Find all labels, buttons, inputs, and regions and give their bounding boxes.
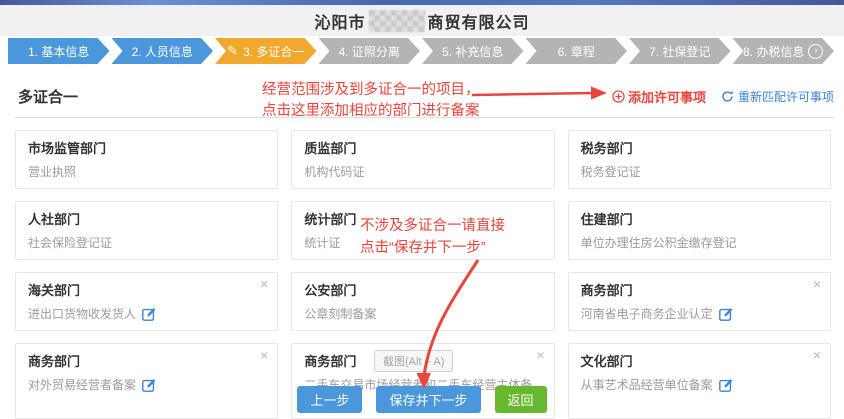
rematch-license-link[interactable]: 重新匹配许可事项 [721,88,834,105]
card-license-name: 税务登记证 [581,163,641,180]
rematch-license-label: 重新匹配许可事项 [738,88,834,105]
action-button-bar: 上一步 保存并下一步 返回 [0,386,844,413]
card-department: 海关部门 [28,280,265,299]
card-license-name: 营业执照 [28,163,76,180]
screenshot-tooltip: 截图(Alt + A) [374,350,453,372]
wizard-step[interactable]: ✎ 6. 章程 › [526,38,628,64]
card-department: 质监部门 [304,138,541,157]
annotation-top-line1: 经营范围涉及到多证合一的项目， [262,80,480,101]
wizard-step[interactable]: ✎ 5. 补充信息 › [422,38,524,64]
redacted-mosaic [369,10,425,32]
card-department: 商务部门 [581,280,818,299]
license-card-grid: × 市场监管部门 营业执照 × 质监部门 机构代码证 × 税务部门 税务登记证 … [15,130,831,419]
step-label: 2. 人员信息 [132,43,193,60]
annotation-bottom-line2: 点击“保存并下一步” [360,237,505,259]
wizard-step[interactable]: ✎ 2. 人员信息 › [112,38,214,64]
page-header: 沁阳市 商贸有限公司 [0,5,844,36]
license-card: × 人社部门 社会保险登记证 [15,201,278,260]
add-license-link[interactable]: 添加许可事项 [612,87,706,106]
card-department: 文化部门 [581,351,818,370]
step-label: 3. 多证合一 [243,43,304,60]
close-icon[interactable]: × [813,348,821,362]
wizard-step[interactable]: ✎ 7. 社保登记 › [629,38,731,64]
license-card: × 市场监管部门 营业执照 [15,130,278,189]
card-department: 住建部门 [581,209,818,228]
step-label: 4. 证照分离 [339,43,400,60]
license-card: × 住建部门 单位办理住房公积金缴存登记 [568,201,831,260]
card-license-name: 公章刻制备案 [304,305,376,322]
card-license-name: 统计证 [304,234,340,251]
page-title: 多证合一 [18,86,78,107]
card-license-name: 进出口货物收发货人 [28,305,136,322]
card-department: 公安部门 [304,280,541,299]
step-label: 6. 章程 [558,43,595,60]
wizard-step[interactable]: ✎ 3. 多证合一 › [215,38,317,64]
plus-circle-icon [612,90,625,103]
card-department: 税务部门 [581,138,818,157]
annotation-top-line2: 点击这里添加相应的部门进行备案 [262,101,480,122]
pen-square-icon[interactable] [719,307,733,321]
license-card: × 商务部门 河南省电子商务企业认定 [568,272,831,331]
license-card: × 质监部门 机构代码证 [291,130,554,189]
card-department: 商务部门 [28,351,265,370]
close-icon[interactable]: × [260,277,268,291]
annotation-top: 经营范围涉及到多证合一的项目， 点击这里添加相应的部门进行备案 [262,80,480,122]
pencil-icon: ✎ [227,43,238,59]
company-name-suffix: 商贸有限公司 [428,9,530,33]
license-card: × 海关部门 进出口货物收发货人 [15,272,278,331]
card-department: 市场监管部门 [28,138,265,157]
card-license-name: 单位办理住房公积金缴存登记 [581,234,737,251]
license-card: × 税务部门 税务登记证 [568,130,831,189]
step-label: 5. 补充信息 [442,43,503,60]
license-card: × 公安部门 公章刻制备案 [291,272,554,331]
card-department: 人社部门 [28,209,265,228]
refresh-icon [721,90,734,103]
step-label: 8. 办税信息 [743,43,804,60]
prev-step-button[interactable]: 上一步 [297,386,362,413]
back-button[interactable]: 返回 [495,386,547,413]
company-name-prefix: 沁阳市 [314,9,365,33]
card-license-name: 机构代码证 [304,163,364,180]
wizard-step[interactable]: ✎ 1. 基本信息 › [8,38,110,64]
pen-square-icon[interactable] [142,307,156,321]
close-icon[interactable]: × [536,348,544,362]
chevron-right-circle-icon: › [808,44,823,59]
close-icon[interactable]: × [813,277,821,291]
annotation-bottom: 不涉及多证合一请直接 点击“保存并下一步” [360,215,505,259]
card-license-name: 河南省电子商务企业认定 [581,305,713,322]
step-label: 1. 基本信息 [28,43,89,60]
card-license-name: 社会保险登记证 [28,234,112,251]
save-next-button[interactable]: 保存并下一步 [376,386,480,413]
wizard-step[interactable]: ✎ 8. 办税信息 › [733,38,835,64]
close-icon[interactable]: × [260,348,268,362]
wizard-step[interactable]: ✎ 4. 证照分离 › [319,38,421,64]
annotation-bottom-line1: 不涉及多证合一请直接 [360,215,505,237]
add-license-label: 添加许可事项 [628,87,706,106]
step-label: 7. 社保登记 [649,43,710,60]
step-wizard: ✎ 1. 基本信息 › ✎ 2. 人员信息 › ✎ 3. 多证合一 › ✎ 4.… [8,38,836,64]
